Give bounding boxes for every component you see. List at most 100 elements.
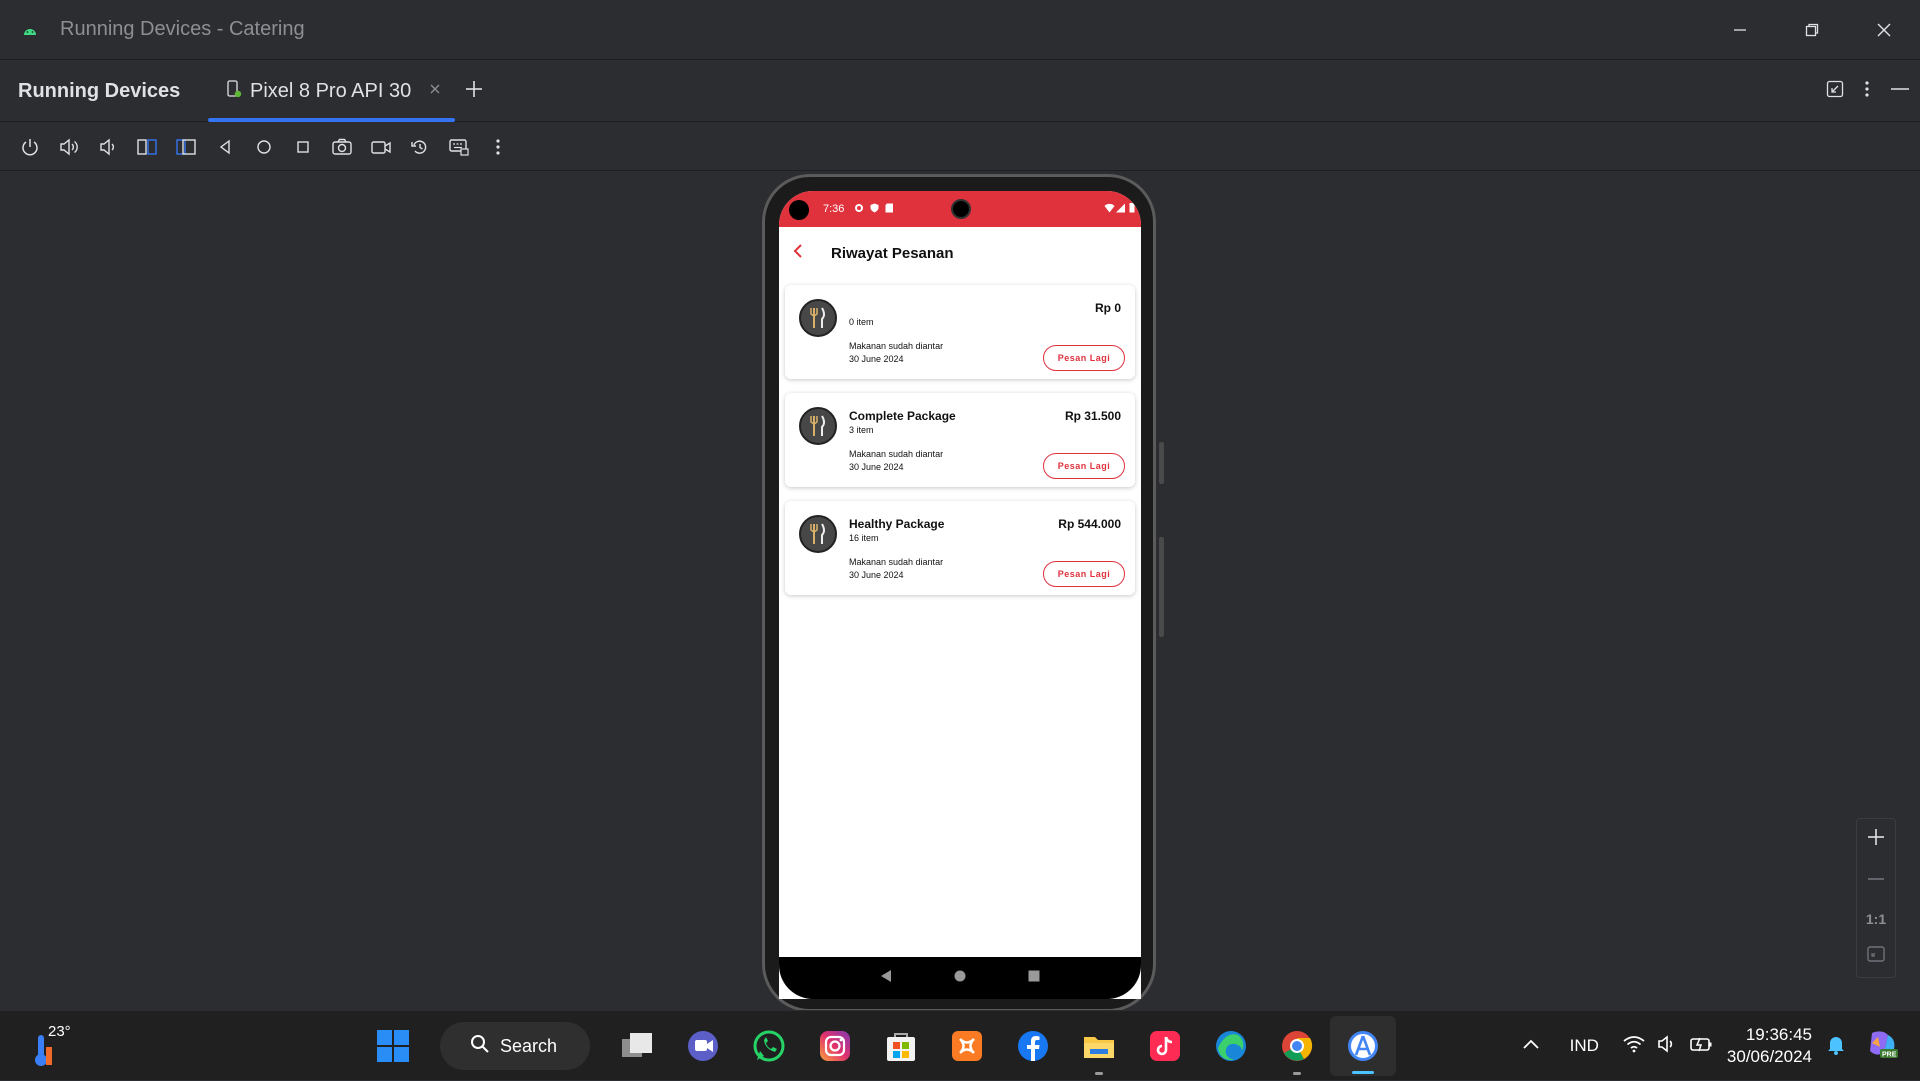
edge-icon[interactable] [1198, 1011, 1264, 1081]
search-icon [470, 1034, 490, 1059]
order-item-count: 16 item [849, 533, 879, 543]
rotate-left-icon[interactable] [127, 127, 166, 167]
signal-status-icon [1116, 203, 1125, 216]
nav-back-icon[interactable] [879, 969, 893, 988]
phone-frame: 7:36 Riwayat Pesanan 0 item Makanan suda… [762, 174, 1164, 1012]
input-language[interactable]: IND [1570, 1036, 1599, 1056]
page-title: Riwayat Pesanan [831, 244, 954, 262]
window-title: Running Devices - Catering [60, 18, 305, 40]
reorder-button[interactable]: Pesan Lagi [1043, 453, 1125, 479]
zoom-actual-size-button[interactable]: 1:1 [1866, 911, 1886, 927]
task-view-icon[interactable] [604, 1011, 670, 1081]
app-bar: Riwayat Pesanan [779, 227, 1141, 279]
android-icon [0, 24, 60, 36]
status-time: 7:36 [823, 203, 845, 215]
device-workspace: 7:36 Riwayat Pesanan 0 item Makanan suda… [0, 172, 1920, 1012]
android-status-bar: 7:36 [779, 191, 1141, 227]
title-bar: Running Devices - Catering [0, 0, 1920, 60]
zoom-controls: 1:1 [1856, 818, 1896, 978]
camera-cutout [789, 200, 809, 220]
speaker-icon[interactable] [1657, 1034, 1677, 1058]
order-package-name: Complete Package [849, 409, 956, 423]
screen-record-icon[interactable] [361, 127, 400, 167]
reorder-button[interactable]: Pesan Lagi [1043, 345, 1125, 371]
zoom-out-icon[interactable] [1866, 869, 1886, 894]
weather-widget[interactable]: 23° [28, 1023, 78, 1069]
restore-window-button[interactable] [1776, 0, 1848, 60]
nav-overview-icon[interactable] [1027, 969, 1041, 988]
keyboard-icon[interactable] [439, 127, 478, 167]
front-camera [951, 199, 971, 219]
close-tab-icon[interactable] [429, 82, 441, 100]
order-item-count: 3 item [849, 425, 874, 435]
volume-up-icon[interactable] [49, 127, 88, 167]
tool-window-title: Running Devices [18, 79, 181, 102]
battery-icon[interactable] [1689, 1035, 1713, 1058]
phone-side-button [1159, 442, 1164, 484]
order-status: Makanan sudah diantar [849, 449, 944, 459]
svg-text:PRE: PRE [1882, 1051, 1897, 1058]
xampp-icon[interactable] [934, 1011, 1000, 1081]
notification-bell-icon[interactable] [1826, 1033, 1846, 1060]
teams-icon[interactable] [670, 1011, 736, 1081]
catering-logo-icon [799, 515, 837, 553]
zoom-fit-icon[interactable] [1866, 944, 1886, 969]
android-nav-bar [779, 957, 1141, 999]
search-label: Search [500, 1035, 558, 1056]
chevron-up-icon[interactable] [1522, 1037, 1540, 1055]
overview-icon[interactable] [283, 127, 322, 167]
windows-taskbar: 23° Search IND 19:36:45 30/06/2024 PRE [0, 1010, 1920, 1080]
order-price: Rp 0 [1094, 301, 1121, 315]
hide-panel-icon[interactable] [1890, 80, 1910, 103]
instagram-icon[interactable] [802, 1011, 868, 1081]
tab-label: Pixel 8 Pro API 30 [250, 79, 412, 102]
screenshot-icon[interactable] [322, 127, 361, 167]
volume-down-icon[interactable] [88, 127, 127, 167]
system-tray: IND 19:36:45 30/06/2024 PRE [1522, 1011, 1920, 1081]
order-status: Makanan sudah diantar [849, 341, 944, 351]
tiktok-icon[interactable] [1132, 1011, 1198, 1081]
close-window-button[interactable] [1848, 0, 1920, 60]
android-studio-icon[interactable] [1330, 1016, 1396, 1076]
device-icon [226, 79, 242, 103]
snapshot-icon[interactable] [400, 127, 439, 167]
chrome-icon[interactable] [1264, 1011, 1330, 1081]
toolbar-more-icon[interactable] [478, 127, 517, 167]
copilot-icon[interactable]: PRE [1866, 1029, 1898, 1064]
clock-date: 30/06/2024 [1726, 1047, 1812, 1066]
start-button[interactable] [360, 1011, 426, 1081]
tool-window-header: Running Devices Pixel 8 Pro API 30 [0, 61, 1920, 122]
back-arrow-icon[interactable] [791, 242, 805, 265]
power-icon[interactable] [10, 127, 49, 167]
minimize-window-button[interactable] [1704, 0, 1776, 60]
wifi-icon[interactable] [1623, 1035, 1645, 1058]
add-device-button[interactable] [463, 78, 485, 105]
system-clock[interactable]: 19:36:45 30/06/2024 [1727, 1024, 1812, 1068]
more-options-icon[interactable] [1864, 80, 1870, 103]
order-price: Rp 544.000 [1058, 517, 1121, 531]
float-window-icon[interactable] [1826, 80, 1844, 103]
phone-screen[interactable]: 7:36 Riwayat Pesanan 0 item Makanan suda… [779, 191, 1141, 999]
order-item-count: 0 item [849, 317, 874, 327]
order-card[interactable]: 0 item Makanan sudah diantar 30 June 202… [785, 285, 1135, 379]
nav-home-icon[interactable] [953, 969, 967, 988]
order-date: 30 June 2024 [849, 354, 904, 364]
facebook-icon[interactable] [1000, 1011, 1066, 1081]
reorder-button[interactable]: Pesan Lagi [1043, 561, 1125, 587]
clock-time: 19:36:45 [1745, 1025, 1812, 1044]
device-toolbar [0, 123, 1920, 171]
zoom-in-icon[interactable] [1866, 827, 1886, 852]
file-explorer-icon[interactable] [1066, 1011, 1132, 1081]
rotate-right-icon[interactable] [166, 127, 205, 167]
order-card[interactable]: Complete Package 3 item Makanan sudah di… [785, 393, 1135, 487]
order-package-name: Healthy Package [849, 517, 945, 531]
whatsapp-icon[interactable] [736, 1011, 802, 1081]
back-icon[interactable] [205, 127, 244, 167]
settings-status-icon [854, 203, 864, 216]
order-price: Rp 31.500 [1064, 409, 1121, 423]
microsoft-store-icon[interactable] [868, 1011, 934, 1081]
tab-pixel-8-pro[interactable]: Pixel 8 Pro API 30 [208, 61, 456, 122]
home-icon[interactable] [244, 127, 283, 167]
taskbar-search[interactable]: Search [440, 1022, 590, 1070]
order-card[interactable]: Healthy Package 16 item Makanan sudah di… [785, 501, 1135, 595]
